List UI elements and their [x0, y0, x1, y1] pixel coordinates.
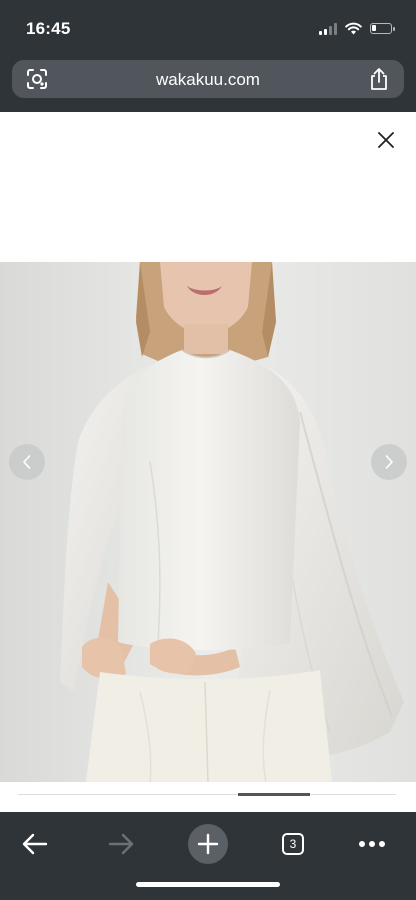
cellular-signal-icon [319, 22, 337, 35]
share-icon[interactable] [368, 67, 390, 91]
more-dots-icon [359, 841, 385, 847]
new-tab-circle [188, 824, 228, 864]
browser-toolbar: 3 [0, 812, 416, 900]
arrow-right-icon [108, 833, 134, 855]
battery-icon [370, 23, 395, 34]
product-image[interactable] [0, 262, 416, 782]
tabs-button[interactable]: 3 [271, 822, 315, 866]
chevron-right-icon [385, 455, 393, 469]
home-indicator [136, 882, 280, 887]
status-icons [319, 22, 395, 35]
status-bar: 16:45 [0, 0, 416, 56]
carousel-prev-button[interactable] [9, 444, 45, 480]
address-bar[interactable]: wakakuu.com [12, 60, 404, 98]
tab-count-badge: 3 [282, 833, 304, 855]
model-in-white-cape-blouse [0, 262, 416, 782]
wifi-icon [345, 22, 362, 35]
web-page [0, 112, 416, 812]
gallery-scroll-track[interactable] [18, 794, 396, 795]
status-time: 16:45 [26, 19, 71, 38]
new-tab-button[interactable] [186, 822, 230, 866]
arrow-left-icon [22, 833, 48, 855]
carousel-next-button[interactable] [371, 444, 407, 480]
forward-button[interactable] [99, 822, 143, 866]
more-menu-button[interactable] [350, 822, 394, 866]
plus-icon [197, 833, 219, 855]
chevron-left-icon [23, 455, 31, 469]
close-icon[interactable] [376, 130, 396, 150]
back-button[interactable] [13, 822, 57, 866]
gallery-scroll-thumb[interactable] [238, 793, 310, 796]
url-text[interactable]: wakakuu.com [12, 70, 404, 90]
browser-address-area: wakakuu.com [0, 56, 416, 112]
